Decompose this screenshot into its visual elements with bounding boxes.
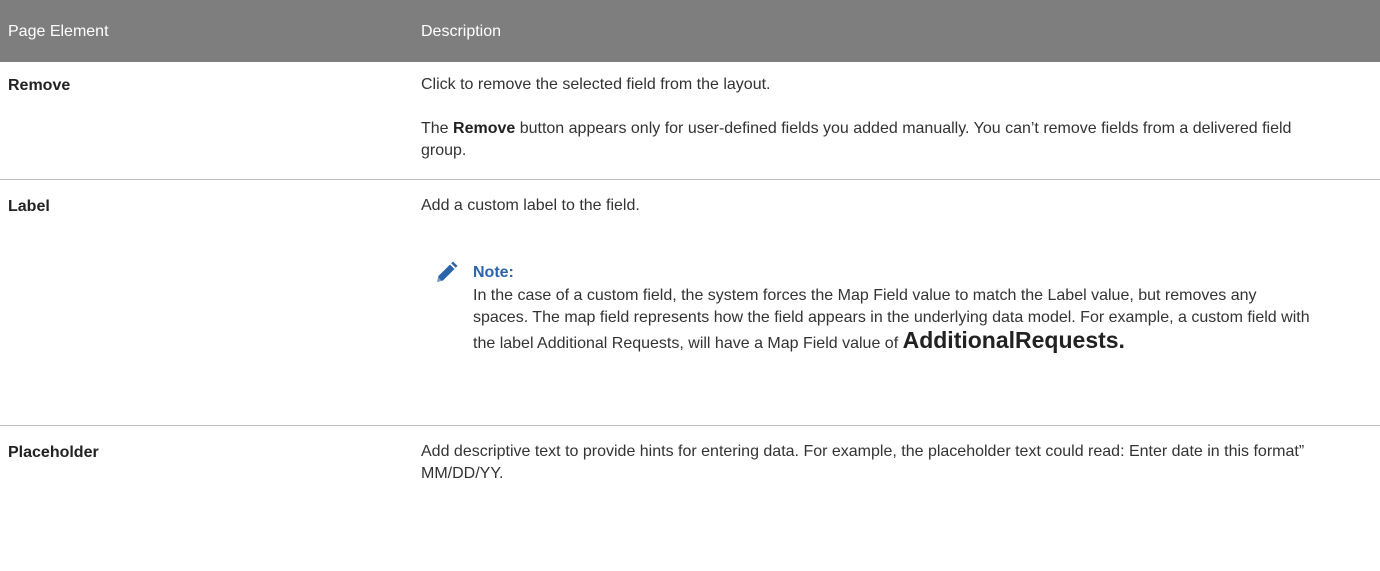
- note-text: In the case of a custom field, the syste…: [473, 287, 1310, 352]
- placeholder-desc: Add descriptive text to provide hints fo…: [421, 443, 1305, 482]
- header-page-element: Page Element: [8, 23, 109, 40]
- table-row-placeholder: Placeholder Add descriptive text to prov…: [0, 426, 1380, 546]
- table-row-remove: Remove Click to remove the selected fiel…: [0, 62, 1380, 180]
- remove-desc-line1: Click to remove the selected field from …: [421, 76, 771, 93]
- table-row-label: Label Add a custom label to the field. N…: [0, 180, 1380, 426]
- term-label: Label: [8, 198, 50, 215]
- pencil-icon: [433, 260, 459, 286]
- term-remove: Remove: [8, 77, 71, 94]
- term-placeholder: Placeholder: [8, 444, 99, 461]
- remove-desc-post: button appears only for user-defined fie…: [421, 120, 1292, 159]
- remove-desc-pre: The: [421, 120, 454, 137]
- label-desc: Add a custom label to the field.: [421, 197, 640, 214]
- table-header: Page Element Description: [0, 0, 1380, 62]
- remove-desc-line2: The Remove button appears only for user-…: [421, 118, 1321, 162]
- note-body: In the case of a custom field, the syste…: [473, 285, 1313, 355]
- description-label: Add a custom label to the field.: [421, 195, 1321, 217]
- map-field-value: AdditionalRequests.: [902, 327, 1125, 353]
- note-box: Note: In the case of a custom field, the…: [437, 261, 1313, 355]
- remove-desc-bold: Remove: [453, 120, 516, 137]
- description-remove: Click to remove the selected field from …: [421, 74, 1321, 162]
- header-description: Description: [421, 23, 502, 40]
- page-element-table: Page Element Description Remove Click to…: [0, 0, 1380, 546]
- description-placeholder: Add descriptive text to provide hints fo…: [421, 441, 1321, 485]
- note-title: Note:: [473, 264, 514, 281]
